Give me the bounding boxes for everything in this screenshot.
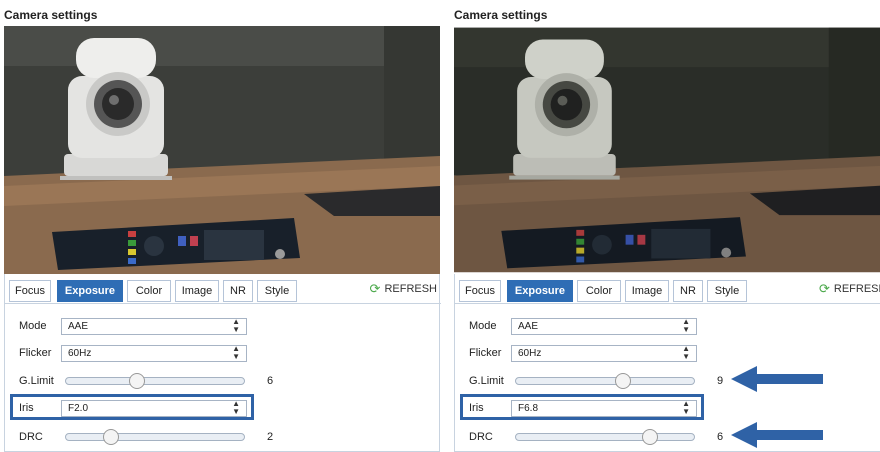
mode-label: Mode xyxy=(19,320,47,332)
settings-tabs: Focus Exposure Color Image NR Style ⟳ RE… xyxy=(5,274,441,304)
iris-select[interactable]: F6.8 ▲ ▼ xyxy=(511,399,697,417)
drc-label: DRC xyxy=(19,431,43,443)
tab-image[interactable]: Image xyxy=(625,280,669,302)
camera-preview-image xyxy=(4,26,440,274)
iris-row: Iris F6.8 ▲ ▼ xyxy=(469,398,697,418)
tab-style[interactable]: Style xyxy=(707,280,747,302)
refresh-button[interactable]: ⟳ REFRESH xyxy=(819,278,880,300)
flicker-value: 60Hz xyxy=(68,347,92,359)
camera-settings-panel-right: Camera settings Focus Exposure Color Ima… xyxy=(450,0,880,452)
drc-pointer-arrow-icon xyxy=(731,422,823,448)
glimit-slider[interactable] xyxy=(65,373,245,389)
tab-exposure[interactable]: Exposure xyxy=(57,280,123,302)
glimit-slider-handle[interactable] xyxy=(614,373,631,389)
drc-label: DRC xyxy=(469,431,493,443)
mode-select[interactable]: AAE ▲ ▼ xyxy=(61,317,247,335)
tab-style[interactable]: Style xyxy=(257,280,297,302)
refresh-icon: ⟳ xyxy=(819,281,830,296)
iris-label: Iris xyxy=(469,402,484,414)
select-arrows-icon: ▲ ▼ xyxy=(232,317,240,334)
glimit-value: 6 xyxy=(267,375,274,387)
tab-nr[interactable]: NR xyxy=(223,280,253,302)
camera-preview-scene xyxy=(4,26,440,274)
tab-exposure[interactable]: Exposure xyxy=(507,280,573,302)
iris-value: F6.8 xyxy=(518,402,539,414)
flicker-label: Flicker xyxy=(469,347,502,359)
flicker-row: Flicker 60Hz ▲ ▼ xyxy=(469,343,697,363)
mode-label: Mode xyxy=(469,320,497,332)
select-arrows-icon: ▲ ▼ xyxy=(682,399,690,416)
mode-value: AAE xyxy=(518,320,539,332)
mode-row: Mode AAE ▲ ▼ xyxy=(469,316,697,336)
glimit-slider[interactable] xyxy=(515,373,695,389)
drc-slider[interactable] xyxy=(65,429,245,445)
refresh-button[interactable]: ⟳ REFRESH xyxy=(370,278,437,300)
iris-value: F2.0 xyxy=(68,402,89,414)
mode-select[interactable]: AAE ▲ ▼ xyxy=(511,317,697,335)
settings-box: Focus Exposure Color Image NR Style ⟳ RE… xyxy=(4,274,441,452)
tab-image[interactable]: Image xyxy=(175,280,219,302)
tab-focus[interactable]: Focus xyxy=(459,280,501,302)
glimit-row: G.Limit 6 xyxy=(19,371,273,391)
drc-row: DRC 6 xyxy=(469,427,723,447)
glimit-pointer-arrow-icon xyxy=(731,366,823,392)
flicker-row: Flicker 60Hz ▲ ▼ xyxy=(19,343,247,363)
camera-preview-scene xyxy=(454,27,880,273)
refresh-icon: ⟳ xyxy=(369,281,381,296)
drc-slider-handle[interactable] xyxy=(641,429,658,445)
flicker-label: Flicker xyxy=(19,347,52,359)
glimit-label: G.Limit xyxy=(19,375,54,387)
glimit-label: G.Limit xyxy=(469,375,504,387)
flicker-select[interactable]: 60Hz ▲ ▼ xyxy=(61,344,247,362)
camera-settings-panel-left: Camera settings Focus Exposure Color Ima… xyxy=(0,0,441,452)
select-arrows-icon: ▲ ▼ xyxy=(682,317,690,334)
mode-row: Mode AAE ▲ ▼ xyxy=(19,316,247,336)
tab-color[interactable]: Color xyxy=(127,280,171,302)
glimit-slider-handle[interactable] xyxy=(129,373,146,389)
flicker-value: 60Hz xyxy=(518,347,542,359)
panel-title: Camera settings xyxy=(4,8,98,22)
drc-value: 2 xyxy=(267,431,274,443)
iris-row: Iris F2.0 ▲ ▼ xyxy=(19,398,247,418)
settings-box: Focus Exposure Color Image NR Style ⟳ RE… xyxy=(454,274,880,452)
drc-value: 6 xyxy=(717,431,724,443)
tab-focus[interactable]: Focus xyxy=(9,280,51,302)
drc-slider-handle[interactable] xyxy=(102,429,119,445)
glimit-row: G.Limit 9 xyxy=(469,371,723,391)
panel-title: Camera settings xyxy=(454,8,548,22)
select-arrows-icon: ▲ ▼ xyxy=(682,344,690,361)
drc-row: DRC 2 xyxy=(19,427,273,447)
camera-preview-image xyxy=(454,26,880,274)
select-arrows-icon: ▲ ▼ xyxy=(232,344,240,361)
refresh-label: REFRESH xyxy=(384,283,437,295)
drc-slider[interactable] xyxy=(515,429,695,445)
tab-color[interactable]: Color xyxy=(577,280,621,302)
iris-select[interactable]: F2.0 ▲ ▼ xyxy=(61,399,247,417)
mode-value: AAE xyxy=(68,320,89,332)
select-arrows-icon: ▲ ▼ xyxy=(232,399,240,416)
flicker-select[interactable]: 60Hz ▲ ▼ xyxy=(511,344,697,362)
glimit-value: 9 xyxy=(717,375,724,387)
iris-label: Iris xyxy=(19,402,34,414)
refresh-label: REFRESH xyxy=(833,283,880,295)
settings-tabs: Focus Exposure Color Image NR Style ⟳ RE… xyxy=(455,274,880,304)
tab-nr[interactable]: NR xyxy=(673,280,703,302)
